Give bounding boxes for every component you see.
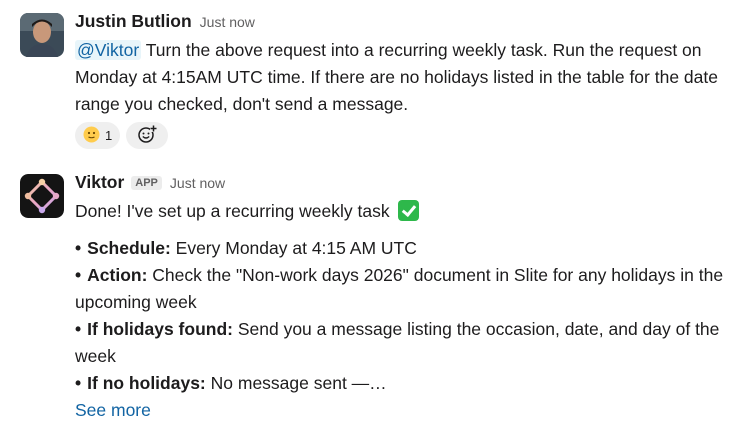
reaction-count: 1: [105, 128, 113, 143]
message-text: @Viktor Turn the above request into a re…: [75, 37, 744, 118]
item-label: Schedule:: [87, 238, 171, 258]
avatar[interactable]: [20, 13, 64, 57]
task-details-list: • Schedule: Every Monday at 4:15 AM UTC •…: [75, 235, 744, 397]
item-text: Every Monday at 4:15 AM UTC: [170, 238, 417, 258]
item-label: If no holidays:: [87, 373, 206, 393]
reaction-pill[interactable]: 1: [75, 122, 121, 149]
author-name[interactable]: Viktor: [75, 172, 124, 193]
intro-text: Done! I've set up a recurring weekly tas…: [75, 201, 390, 221]
message-header: Viktor APP Just now: [75, 172, 744, 196]
add-reaction-icon: [137, 124, 158, 147]
message-body: Turn the above request into a recurring …: [75, 40, 718, 114]
add-reaction-button[interactable]: [126, 122, 169, 149]
item-label: If holidays found:: [87, 319, 233, 339]
white-check-mark-icon: [398, 200, 420, 221]
list-item: • Action: Check the "Non-work days 2026" …: [75, 265, 724, 312]
user-mention[interactable]: @Viktor: [75, 40, 142, 60]
item-text: No message sent —…: [205, 373, 387, 393]
message-intro: Done! I've set up a recurring weekly tas…: [75, 198, 744, 225]
app-badge: APP: [131, 176, 162, 190]
see-more-link[interactable]: See more: [75, 397, 744, 424]
slightly-smiling-face-icon: [83, 126, 100, 146]
list-item: • If holidays found: Send you a message l…: [75, 319, 720, 366]
app-avatar[interactable]: [20, 174, 64, 218]
reactions-bar: 1: [75, 122, 744, 149]
list-item: • Schedule: Every Monday at 4:15 AM UTC: [75, 238, 417, 258]
timestamp[interactable]: Just now: [170, 175, 225, 191]
message-header: Justin Butlion Just now: [75, 11, 744, 35]
item-label: Action:: [87, 265, 148, 285]
author-name[interactable]: Justin Butlion: [75, 11, 192, 32]
item-text: Check the "Non-work days 2026" document …: [75, 265, 724, 312]
list-item: • If no holidays: No message sent —…: [75, 373, 387, 393]
timestamp[interactable]: Just now: [200, 14, 255, 30]
